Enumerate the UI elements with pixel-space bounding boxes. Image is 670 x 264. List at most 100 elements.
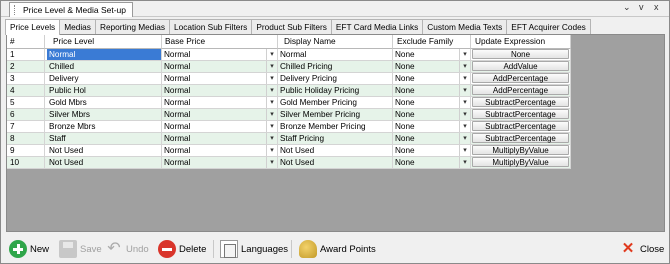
display-name-cell[interactable]: Normal — [278, 49, 393, 61]
base-price-select[interactable]: Normal ▾ — [162, 109, 278, 121]
display-name-input[interactable]: Chilled Pricing — [278, 61, 392, 72]
table-row[interactable]: 9 Not Used Normal ▾ Not Used None ▾ MultiplyByV… — [7, 145, 571, 157]
price-level-input[interactable]: Not Used — [47, 145, 161, 156]
chevron-down-icon[interactable]: ▾ — [459, 133, 470, 144]
new-button[interactable]: New — [9, 238, 49, 260]
table-row[interactable]: 2 Chilled Normal ▾ Chilled Pricing None ▾ AddVa… — [7, 61, 571, 73]
column-header-update-expression[interactable]: Update Expression — [471, 35, 571, 49]
base-price-select[interactable]: Normal ▾ — [162, 49, 278, 61]
price-level-input[interactable]: Public Hol — [47, 85, 161, 96]
price-level-cell[interactable]: Bronze Mbrs — [45, 121, 162, 133]
display-name-cell[interactable]: Staff Pricing — [278, 133, 393, 145]
price-level-cell[interactable]: Silver Mbrs — [45, 109, 162, 121]
chevron-down-icon[interactable]: ▾ — [459, 145, 470, 156]
update-expression-button[interactable]: SubtractPercentage — [472, 121, 569, 131]
display-name-cell[interactable]: Gold Member Pricing — [278, 97, 393, 109]
undo-button[interactable]: ↶ Undo — [105, 238, 148, 260]
chevron-down-icon[interactable]: ▾ — [266, 157, 277, 168]
update-expression-button[interactable]: None — [472, 49, 569, 59]
display-name-input[interactable]: Not Used — [278, 145, 392, 156]
display-name-input[interactable]: Staff Pricing — [278, 133, 392, 144]
base-price-select[interactable]: Normal ▾ — [162, 85, 278, 97]
close-button[interactable]: ✕ Close — [619, 238, 665, 260]
chevron-down-icon[interactable]: ▾ — [266, 133, 277, 144]
chevron-down-icon[interactable]: ▾ — [266, 49, 277, 60]
display-name-cell[interactable]: Bronze Member Pricing — [278, 121, 393, 133]
exclude-family-select[interactable]: None ▾ — [393, 121, 471, 133]
price-level-cell[interactable]: Public Hol — [45, 85, 162, 97]
display-name-cell[interactable]: Not Used — [278, 157, 393, 169]
update-expression-button[interactable]: MultiplyByValue — [472, 145, 569, 155]
price-level-input[interactable]: Gold Mbrs — [47, 97, 161, 108]
chevron-down-icon[interactable]: ▾ — [266, 145, 277, 156]
award-points-button[interactable]: Award Points — [299, 238, 376, 260]
price-level-input[interactable]: Not Used — [47, 157, 161, 168]
row-number-cell[interactable]: 9 — [7, 145, 45, 157]
price-level-cell[interactable]: Staff — [45, 133, 162, 145]
tab-reporting-medias[interactable]: Reporting Medias — [94, 19, 170, 34]
table-row[interactable]: 1 Normal Normal ▾ Normal None ▾ None — [7, 49, 571, 61]
tab-location-sub-filters[interactable]: Location Sub Filters — [168, 19, 253, 34]
base-price-select[interactable]: Normal ▾ — [162, 133, 278, 145]
price-level-cell[interactable]: Gold Mbrs — [45, 97, 162, 109]
table-row[interactable]: 5 Gold Mbrs Normal ▾ Gold Member Pricing None… — [7, 97, 571, 109]
price-level-input[interactable]: Staff — [47, 133, 161, 144]
price-level-cell[interactable]: Normal — [45, 49, 162, 61]
price-level-cell[interactable]: Not Used — [45, 145, 162, 157]
row-number-cell[interactable]: 6 — [7, 109, 45, 121]
chevron-down-icon[interactable]: ▾ — [266, 97, 277, 108]
save-button[interactable]: Save — [59, 238, 102, 260]
base-price-select[interactable]: Normal ▾ — [162, 121, 278, 133]
update-expression-button[interactable]: AddPercentage — [472, 85, 569, 95]
display-name-cell[interactable]: Public Holiday Pricing — [278, 85, 393, 97]
chevron-down-icon[interactable]: ▾ — [266, 109, 277, 120]
price-level-input[interactable]: Normal — [47, 49, 161, 60]
display-name-input[interactable]: Not Used — [278, 157, 392, 168]
delete-button[interactable]: Delete — [158, 238, 206, 260]
chevron-down-icon[interactable]: ▾ — [266, 61, 277, 72]
table-row[interactable]: 8 Staff Normal ▾ Staff Pricing None ▾ SubtractP… — [7, 133, 571, 145]
base-price-select[interactable]: Normal ▾ — [162, 157, 278, 169]
table-row[interactable]: 3 Delivery Normal ▾ Delivery Pricing None ▾ Add… — [7, 73, 571, 85]
base-price-select[interactable]: Normal ▾ — [162, 61, 278, 73]
display-name-input[interactable]: Delivery Pricing — [278, 73, 392, 84]
tab-medias[interactable]: Medias — [59, 19, 96, 34]
row-number-cell[interactable]: 4 — [7, 85, 45, 97]
display-name-input[interactable]: Gold Member Pricing — [278, 97, 392, 108]
update-expression-button[interactable]: AddPercentage — [472, 73, 569, 83]
update-expression-button[interactable]: AddValue — [472, 61, 569, 71]
display-name-cell[interactable]: Not Used — [278, 145, 393, 157]
row-number-cell[interactable]: 3 — [7, 73, 45, 85]
column-header-number[interactable]: # — [7, 35, 45, 49]
price-level-input[interactable]: Chilled — [47, 61, 161, 72]
exclude-family-select[interactable]: None ▾ — [393, 157, 471, 169]
price-level-cell[interactable]: Delivery — [45, 73, 162, 85]
chevron-down-icon[interactable]: ▾ — [266, 121, 277, 132]
update-expression-button[interactable]: SubtractPercentage — [472, 133, 569, 143]
exclude-family-select[interactable]: None ▾ — [393, 73, 471, 85]
column-header-exclude-family[interactable]: Exclude Family — [393, 35, 471, 49]
row-number-cell[interactable]: 8 — [7, 133, 45, 145]
document-tab[interactable]: Price Level & Media Set-up — [9, 2, 133, 17]
update-expression-button[interactable]: MultiplyByValue — [472, 157, 569, 167]
price-level-cell[interactable]: Chilled — [45, 61, 162, 73]
close-icon[interactable]: x — [654, 2, 659, 12]
exclude-family-select[interactable]: None ▾ — [393, 61, 471, 73]
tab-custom-media-texts[interactable]: Custom Media Texts — [422, 19, 508, 34]
table-row[interactable]: 4 Public Hol Normal ▾ Public Holiday Pricing… — [7, 85, 571, 97]
price-level-input[interactable]: Delivery — [47, 73, 161, 84]
chevron-down-icon[interactable]: ▾ — [266, 73, 277, 84]
chevron-down-icon[interactable]: ▾ — [459, 97, 470, 108]
display-name-input[interactable]: Normal — [278, 49, 392, 60]
exclude-family-select[interactable]: None ▾ — [393, 49, 471, 61]
exclude-family-select[interactable]: None ▾ — [393, 109, 471, 121]
row-number-cell[interactable]: 5 — [7, 97, 45, 109]
exclude-family-select[interactable]: None ▾ — [393, 85, 471, 97]
display-name-input[interactable]: Silver Member Pricing — [278, 109, 392, 120]
tab-price-levels[interactable]: Price Levels — [5, 19, 61, 35]
base-price-select[interactable]: Normal ▾ — [162, 73, 278, 85]
table-row[interactable]: 7 Bronze Mbrs Normal ▾ Bronze Member Pricing… — [7, 121, 571, 133]
column-header-price-level[interactable]: Price Level — [45, 35, 162, 49]
update-expression-button[interactable]: SubtractPercentage — [472, 109, 569, 119]
chevron-down-icon[interactable]: ▾ — [459, 61, 470, 72]
